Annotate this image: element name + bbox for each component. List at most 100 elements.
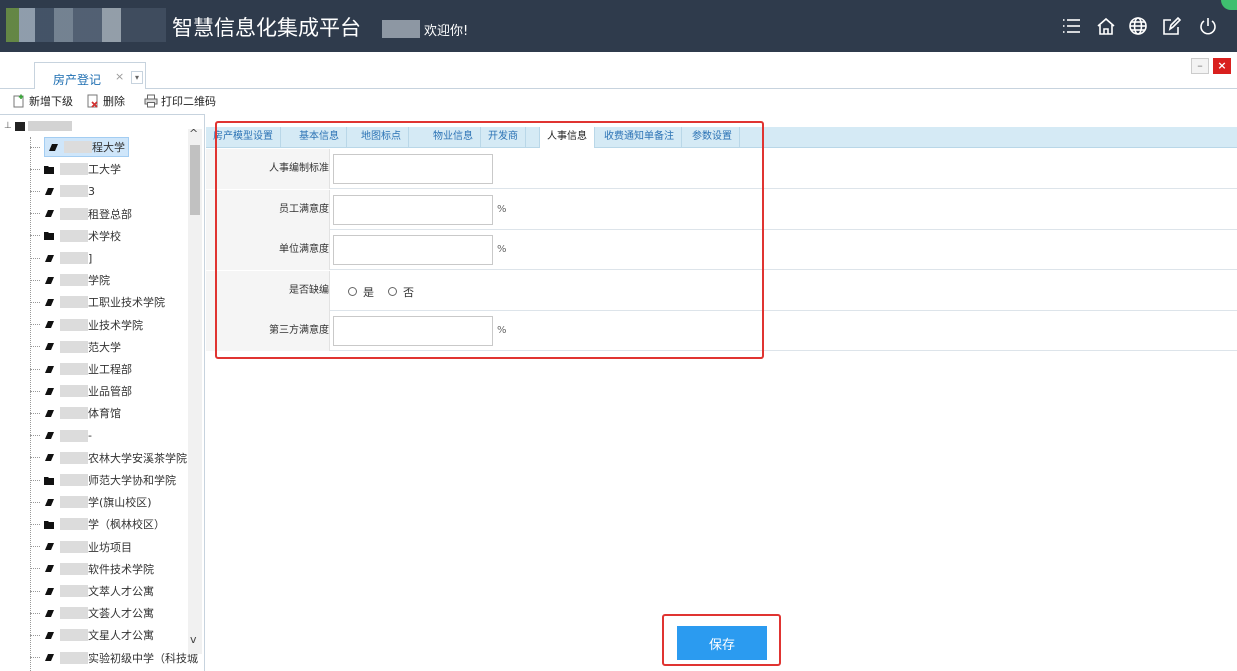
tree-item[interactable]: 业品管部 <box>30 381 132 401</box>
tree-root[interactable]: ⊥ <box>4 118 72 134</box>
tree-item-redacted <box>60 451 88 464</box>
tree-item-body[interactable]: 农林大学安溪茶学院 <box>44 450 187 466</box>
tree-item[interactable]: 3 <box>30 181 95 201</box>
tree-item[interactable]: 业工程部 <box>30 359 132 379</box>
tree-scrollbar-thumb[interactable] <box>190 145 200 215</box>
tree-item-body[interactable]: 业坊项目 <box>44 539 132 555</box>
tree-item[interactable]: 业坊项目 <box>30 537 132 557</box>
form-tab[interactable]: 房产模型设置 <box>206 127 281 148</box>
delete-button[interactable]: 删除 <box>86 93 125 109</box>
unit-label: % <box>497 325 507 336</box>
tree-item[interactable]: ] <box>30 248 92 268</box>
scroll-down-icon[interactable]: v <box>190 633 197 646</box>
print-qr-button[interactable]: 打印二维码 <box>144 93 216 109</box>
tree-item-body[interactable]: 术学校 <box>44 228 121 244</box>
menu-icon[interactable] <box>1060 14 1084 38</box>
tree-item-body[interactable]: 文荟人才公寓 <box>44 605 154 621</box>
tree-item[interactable]: 软件技术学院 <box>30 559 154 579</box>
tree-item[interactable]: 文荟人才公寓 <box>30 603 154 623</box>
tab-house-registration[interactable]: 房产登记 × ▾ <box>34 62 146 90</box>
tree-item[interactable]: 实验初级中学（科技城 <box>30 648 198 668</box>
tree-item[interactable]: 体育馆 <box>30 403 121 423</box>
radio-button[interactable] <box>388 287 397 296</box>
form-input[interactable] <box>333 194 493 225</box>
tree-item-body[interactable]: 学院 <box>44 272 110 288</box>
tree-item[interactable]: 范大学 <box>30 337 121 357</box>
tab-dropdown-icon[interactable]: ▾ <box>131 71 143 84</box>
tree-item-body[interactable]: 文星人才公寓 <box>44 627 154 643</box>
home-icon[interactable] <box>1094 14 1118 38</box>
root-folder-icon <box>14 121 25 131</box>
tree-item[interactable]: 文星人才公寓 <box>30 625 154 645</box>
tree-item-body[interactable]: 实验初级中学（科技城 <box>44 650 198 666</box>
tree-item-body[interactable]: 师范大学协和学院 <box>44 472 176 488</box>
leaf-icon <box>45 454 54 462</box>
tree-item[interactable]: 术学校 <box>30 226 121 246</box>
tree-item-label: 3 <box>88 184 95 198</box>
tree-item-body[interactable]: 业品管部 <box>44 383 132 399</box>
form-tab[interactable]: 物业信息 <box>426 127 481 148</box>
form-input[interactable] <box>333 316 493 346</box>
collapse-icon[interactable]: ⊥ <box>4 121 12 131</box>
form-tab[interactable]: 参数设置 <box>685 127 740 148</box>
tree-item-body[interactable]: 学（枫林校区） <box>44 516 165 532</box>
close-button[interactable]: × <box>1213 58 1231 74</box>
tree-item[interactable]: 租登总部 <box>30 204 132 224</box>
minimize-button[interactable]: – <box>1191 58 1209 74</box>
tree-item-body[interactable]: 业技术学院 <box>44 317 143 333</box>
welcome-text: 欢迎你! <box>424 24 469 39</box>
tree-item[interactable]: 程大学 <box>30 137 129 157</box>
form-input[interactable] <box>333 154 493 184</box>
tree-item-body[interactable]: 范大学 <box>44 339 121 355</box>
form-tab[interactable]: 人事信息 <box>539 127 595 148</box>
form-tab[interactable]: 基本信息 <box>292 127 347 148</box>
form-label: 人事编制标准 <box>206 149 330 189</box>
form-tab[interactable]: 开发商 <box>481 127 526 148</box>
power-icon[interactable] <box>1196 14 1220 38</box>
folder-icon <box>44 520 54 529</box>
tree-item-body[interactable]: 工职业技术学院 <box>44 294 165 310</box>
leaf-icon <box>45 565 54 573</box>
form-row: 员工满意度% <box>206 189 1237 230</box>
tree-scrollbar[interactable] <box>188 129 202 654</box>
tree-item-redacted <box>60 429 88 442</box>
tree-item-body[interactable]: 文萃人才公寓 <box>44 583 154 599</box>
tab-close-icon[interactable]: × <box>115 70 124 83</box>
tree-item-body[interactable]: - <box>44 429 92 442</box>
form-tab[interactable]: 地图标点 <box>354 127 409 148</box>
tree-item-body[interactable]: 工大学 <box>44 161 121 177</box>
tree-item[interactable]: 学（枫林校区） <box>30 514 165 534</box>
printer-icon <box>144 94 158 108</box>
tab-label: 房产登记 <box>53 73 102 87</box>
globe-icon[interactable] <box>1126 14 1150 38</box>
tree-item-label: 实验初级中学（科技城 <box>88 651 198 665</box>
logo <box>6 8 166 42</box>
tree-item[interactable]: 工大学 <box>30 159 121 179</box>
tree-item-body[interactable]: 体育馆 <box>44 405 121 421</box>
tree-item[interactable]: 业技术学院 <box>30 315 143 335</box>
tree-item[interactable]: 农林大学安溪茶学院 <box>30 448 187 468</box>
save-button[interactable]: 保存 <box>677 626 767 660</box>
tree-item-body[interactable]: 业工程部 <box>44 361 132 377</box>
tree-item-body[interactable]: 租登总部 <box>44 206 132 222</box>
tree-item[interactable]: - <box>30 426 92 446</box>
form-input[interactable] <box>333 235 493 265</box>
form-tab[interactable]: 收费通知单备注 <box>597 127 682 148</box>
add-child-button[interactable]: 新增下级 <box>12 93 73 109</box>
tree-item-label: 体育馆 <box>88 407 121 421</box>
tree-item[interactable]: 学院 <box>30 270 110 290</box>
tree-item[interactable]: 文萃人才公寓 <box>30 581 154 601</box>
tree-item[interactable]: 学(旗山校区) <box>30 492 152 512</box>
tree-item-body[interactable]: 软件技术学院 <box>44 561 154 577</box>
tree-item[interactable]: 工职业技术学院 <box>30 292 165 312</box>
tree-item-body[interactable]: ] <box>44 252 92 265</box>
tree-item-body[interactable]: 3 <box>44 185 95 198</box>
scroll-up-icon[interactable]: ^ <box>189 127 198 140</box>
tree-item-body[interactable]: 程大学 <box>44 137 129 157</box>
tree-item[interactable]: 师范大学协和学院 <box>30 470 176 490</box>
radio-button[interactable] <box>348 287 357 296</box>
edit-icon[interactable] <box>1160 14 1184 38</box>
leaf-icon <box>45 365 54 373</box>
tree-item-label: 学院 <box>88 274 110 288</box>
tree-item-body[interactable]: 学(旗山校区) <box>44 494 152 510</box>
